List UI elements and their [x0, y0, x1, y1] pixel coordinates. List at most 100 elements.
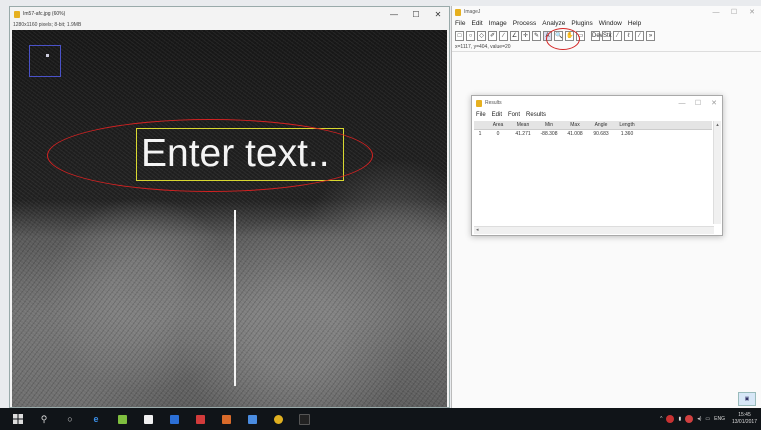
table-cell: 1: [478, 131, 482, 137]
system-tray: ^ ▮ ◂) ▭ ENG 15:45 13/01/2017: [660, 408, 757, 430]
antivirus-icon[interactable]: [666, 415, 675, 423]
display-icon[interactable]: ▭: [705, 416, 710, 422]
column-header[interactable]: [474, 121, 486, 129]
language-indicator[interactable]: ENG: [714, 416, 725, 422]
clock-date: 13/01/2017: [731, 419, 757, 425]
brush-tool-icon[interactable]: ⁄: [613, 30, 622, 41]
image-window[interactable]: Im57-afc.jpg (60%) — ☐ ✕ 1280x1160 pixel…: [9, 6, 450, 408]
close-button[interactable]: ✕: [743, 6, 761, 18]
imagej-app-icon: [455, 8, 461, 16]
maximize-button[interactable]: ☐: [405, 7, 427, 21]
freehand-tool-icon[interactable]: ✐: [488, 30, 497, 41]
image-info-line: 1280x1160 pixels; 8-bit; 1.9MB: [13, 22, 82, 28]
task-view-icon[interactable]: ○: [62, 408, 78, 430]
annotation-ellipse-tool: [546, 28, 580, 50]
desktop-notification-icon[interactable]: ▣: [738, 392, 756, 406]
photos-icon[interactable]: [244, 408, 260, 430]
imagej-menubar: File Edit Image Process Analyze Plugins …: [452, 18, 761, 28]
angle-tool-icon[interactable]: ∠: [510, 30, 519, 41]
close-button[interactable]: ✕: [706, 96, 722, 110]
image-window-titlebar[interactable]: Im57-afc.jpg (60%) — ☐ ✕: [10, 7, 449, 21]
results-menu-results[interactable]: Results: [526, 112, 546, 118]
table-cell: 41.271: [515, 131, 531, 137]
network-icon[interactable]: ▮: [678, 416, 681, 422]
menu-analyze[interactable]: Analyze: [542, 20, 565, 27]
annotation-ellipse-text: [47, 119, 373, 192]
scroll-up-icon[interactable]: ▴: [714, 121, 721, 129]
imagej-taskbar-icon[interactable]: [296, 408, 312, 430]
line-tool-icon[interactable]: ∕: [499, 30, 508, 41]
table-header-row: Area Mean Min Max Angle Length: [474, 121, 712, 130]
edge-browser-icon[interactable]: e: [88, 408, 104, 430]
rectangle-tool-icon[interactable]: □: [455, 30, 464, 41]
menu-file[interactable]: File: [455, 20, 465, 27]
navigator-box: [29, 45, 61, 77]
table-cell: 41.008: [567, 131, 583, 137]
results-titlebar[interactable]: Results — ☐ ✕: [472, 96, 722, 110]
results-menu-font[interactable]: Font: [508, 112, 520, 118]
file-explorer-icon[interactable]: [140, 408, 156, 430]
results-menubar: File Edit Font Results: [472, 110, 722, 119]
minimize-button[interactable]: —: [383, 7, 405, 21]
column-header[interactable]: Length: [614, 121, 640, 129]
image-canvas[interactable]: Enter text..: [12, 30, 447, 407]
imagej-status-bar: x=1117, y=404, value=20: [452, 43, 761, 52]
results-table[interactable]: Area Mean Min Max Angle Length 1 0 41.27…: [474, 121, 712, 224]
close-button[interactable]: ✕: [427, 7, 449, 21]
table-cell: 90.683: [593, 131, 609, 137]
table-row[interactable]: 1 0 41.271 -88.308 41.008 90.683 1.360: [474, 130, 712, 138]
maximize-button[interactable]: ☐: [690, 96, 706, 110]
dev-menu-icon[interactable]: Dev: [591, 30, 603, 41]
imagej-title: ImageJ: [464, 9, 481, 15]
menu-edit[interactable]: Edit: [471, 20, 482, 27]
chevron-up-icon[interactable]: ^: [660, 416, 662, 422]
results-title: Results: [485, 100, 502, 106]
volume-icon[interactable]: ◂): [697, 416, 701, 422]
more-tools-icon[interactable]: »: [646, 30, 655, 41]
results-menu-file[interactable]: File: [476, 112, 486, 118]
windows-start-icon[interactable]: [10, 408, 26, 430]
oval-tool-icon[interactable]: ○: [466, 30, 475, 41]
search-icon[interactable]: ⚲: [36, 408, 52, 430]
table-cell: 0: [496, 131, 500, 137]
menu-window[interactable]: Window: [599, 20, 622, 27]
store-icon[interactable]: [114, 408, 130, 430]
notification-icon[interactable]: [685, 415, 694, 423]
column-header[interactable]: Max: [562, 121, 588, 129]
taskbar: ⚲ ○ e ^ ▮ ◂) ▭ ENG 15:45 13/01/2017: [0, 408, 761, 430]
media-icon[interactable]: [192, 408, 208, 430]
minimize-button[interactable]: —: [674, 96, 690, 110]
chrome-icon[interactable]: [270, 408, 286, 430]
results-horizontal-scrollbar[interactable]: ◂: [474, 226, 714, 234]
minimize-button[interactable]: —: [707, 6, 725, 18]
imagej-app-icon: [14, 10, 20, 18]
clock[interactable]: 15:45 13/01/2017: [732, 412, 757, 426]
maximize-button[interactable]: ☐: [725, 6, 743, 18]
mail-icon[interactable]: [166, 408, 182, 430]
clock-time: 15:45: [738, 412, 751, 418]
polygon-tool-icon[interactable]: ◇: [477, 30, 486, 41]
column-header[interactable]: Angle: [588, 121, 614, 129]
column-header[interactable]: Mean: [510, 121, 536, 129]
lut-menu-icon[interactable]: ℓ: [624, 30, 633, 41]
column-header[interactable]: Min: [536, 121, 562, 129]
table-cell: 1.360: [620, 131, 634, 137]
point-tool-icon[interactable]: ✛: [521, 30, 530, 41]
wand-tool-icon[interactable]: ✎: [532, 30, 541, 41]
results-menu-edit[interactable]: Edit: [492, 112, 502, 118]
results-window[interactable]: Results — ☐ ✕ File Edit Font Results Are…: [471, 95, 723, 236]
menu-plugins[interactable]: Plugins: [571, 20, 592, 27]
menu-process[interactable]: Process: [513, 20, 536, 27]
pencil-tool-icon[interactable]: ⁄: [635, 30, 644, 41]
menu-image[interactable]: Image: [489, 20, 507, 27]
column-header[interactable]: Area: [486, 121, 510, 129]
office-icon[interactable]: [218, 408, 234, 430]
image-window-title: Im57-afc.jpg (60%): [23, 11, 66, 17]
imagej-toolbar: □ ○ ◇ ✐ ∕ ∠ ✛ ✎ A 🔍 ✋ ▭ Dev Stk ⁄ ℓ ⁄ »: [452, 28, 761, 43]
line-roi[interactable]: [234, 210, 236, 386]
menu-help[interactable]: Help: [628, 20, 641, 27]
stack-menu-icon[interactable]: Stk: [602, 30, 612, 41]
results-vertical-scrollbar[interactable]: ▴: [713, 121, 721, 224]
imagej-app-icon: [476, 99, 482, 107]
imagej-titlebar[interactable]: ImageJ — ☐ ✕: [452, 6, 761, 18]
